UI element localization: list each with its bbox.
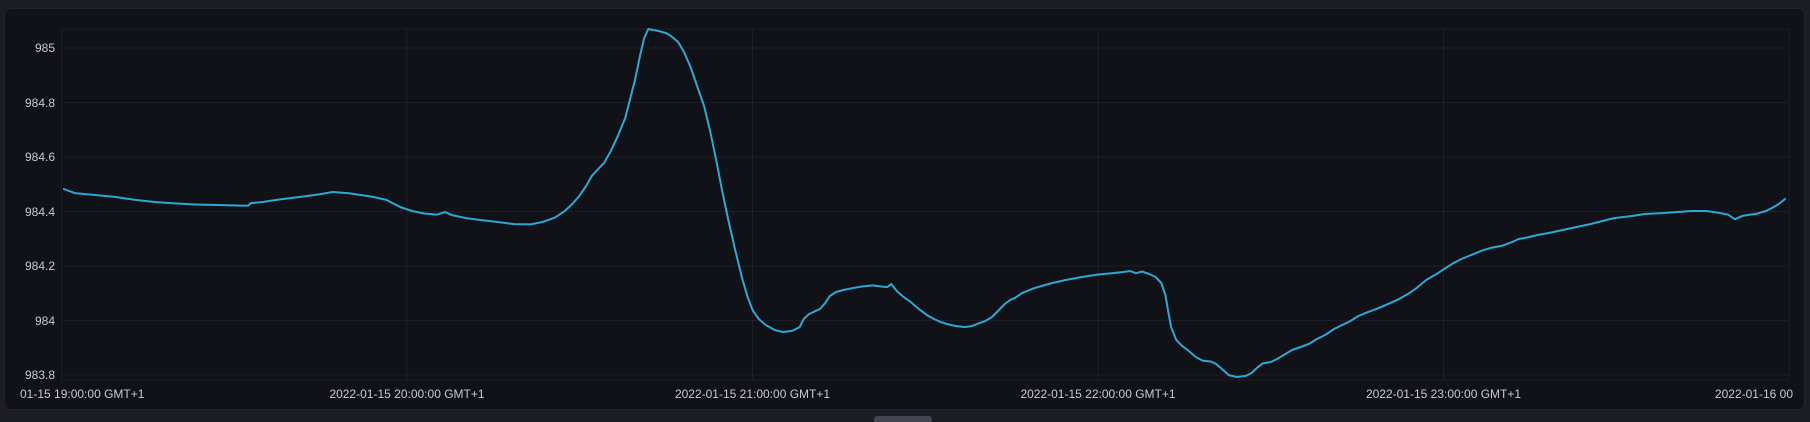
y-axis-label: 984.6 (0, 150, 55, 164)
y-axis-label: 984.4 (0, 205, 55, 219)
y-axis-label: 984.8 (0, 96, 55, 110)
pressure-line[interactable] (64, 29, 1785, 377)
plot-area-border (62, 29, 1790, 380)
x-axis-label: 2022-01-16 00 (1633, 387, 1793, 401)
y-axis-label: 983.8 (0, 368, 55, 382)
x-axis-label: 2022-01-15 20:00:00 GMT+1 (297, 387, 517, 401)
y-axis-label: 984 (0, 314, 55, 328)
x-axis-label: 2022-01-15 21:00:00 GMT+1 (643, 387, 863, 401)
grafana-page: 985 984.8 984.6 984.4 984.2 984 983.8 01-15 19:… (0, 0, 1810, 422)
horizontal-scrollbar-thumb[interactable] (874, 416, 932, 422)
y-axis-label: 984.2 (0, 259, 55, 273)
chart-canvas[interactable] (0, 0, 1810, 422)
x-axis-label: 2022-01-15 23:00:00 GMT+1 (1334, 387, 1554, 401)
x-axis-label: 2022-01-15 22:00:00 GMT+1 (988, 387, 1208, 401)
y-axis-label: 985 (0, 41, 55, 55)
x-axis-label: 01-15 19:00:00 GMT+1 (20, 387, 144, 401)
